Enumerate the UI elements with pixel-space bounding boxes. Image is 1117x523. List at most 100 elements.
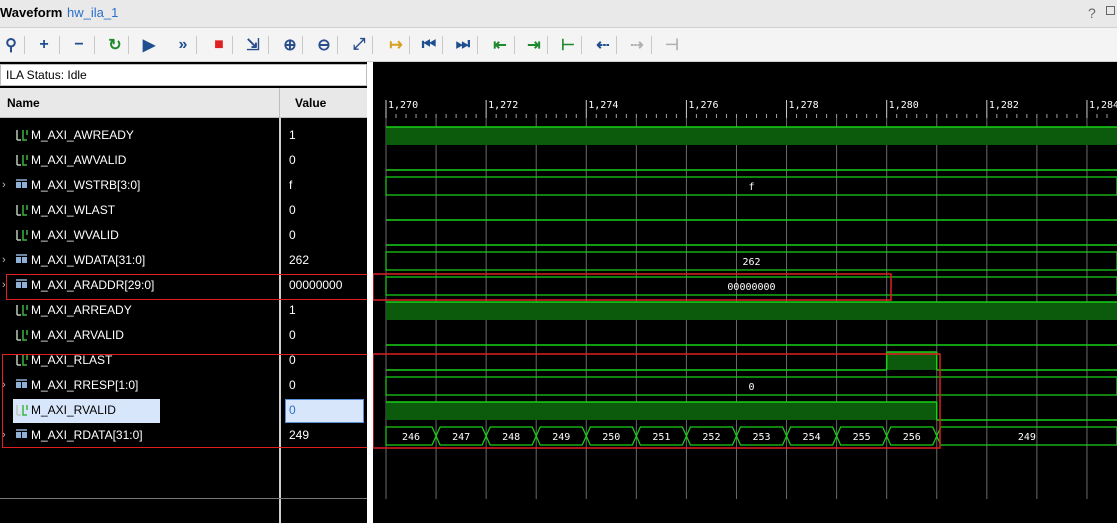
name-column-header[interactable]: Name	[7, 96, 40, 110]
signal-value: 0	[289, 328, 296, 342]
toolbar-separator	[128, 36, 129, 54]
search-icon[interactable]: ⚲	[0, 34, 22, 56]
value-selection-highlight	[285, 399, 364, 423]
signal-row[interactable]: M_AXI_WVALID 0	[0, 223, 367, 248]
signal-value: 0	[289, 378, 296, 392]
list-bottom-divider	[0, 498, 367, 499]
bit-high-fill	[386, 127, 1117, 145]
signal-row[interactable]: M_AXI_WLAST 0	[0, 198, 367, 223]
restore-window-icon[interactable]	[1106, 6, 1115, 15]
signal-value: 0	[289, 153, 296, 167]
run-icon[interactable]: ▶	[138, 34, 160, 56]
prev-transition-icon[interactable]: ⇤	[489, 34, 511, 56]
bus-signal-icon	[16, 254, 27, 263]
bus-value-label: 251	[652, 432, 670, 443]
zoom-in-icon[interactable]: ⊕	[279, 34, 301, 56]
stop-icon[interactable]: ■	[208, 34, 230, 56]
signal-row[interactable]: › M_AXI_RRESP[1:0] 0	[0, 373, 367, 398]
signal-row[interactable]: › M_AXI_WDATA[31:0] 262	[0, 248, 367, 273]
toolbar-separator	[514, 36, 515, 54]
signal-value: 1	[289, 303, 296, 317]
bit-signal-icon	[16, 330, 28, 341]
toolbar-separator	[337, 36, 338, 54]
signal-name: M_AXI_AWREADY	[31, 128, 134, 142]
swap-cursors-icon[interactable]: ⊣	[661, 34, 683, 56]
signal-name: M_AXI_ARADDR[29:0]	[31, 278, 155, 292]
next-transition-icon[interactable]: ⇥	[523, 34, 545, 56]
signal-row[interactable]: M_AXI_RVALID 0	[0, 398, 367, 423]
bus-value-label: 254	[803, 432, 821, 443]
signal-name: M_AXI_WVALID	[31, 228, 119, 242]
toolbar-separator	[409, 36, 410, 54]
export-icon[interactable]: ⇲	[242, 34, 264, 56]
timeline-tick-label: 1,270	[388, 100, 418, 111]
expand-chevron-icon[interactable]: ›	[2, 379, 6, 391]
signal-row[interactable]: › M_AXI_RDATA[31:0] 249	[0, 423, 367, 448]
timeline-tick-label: 1,272	[488, 100, 518, 111]
add-icon[interactable]: +	[33, 34, 55, 56]
toolbar-separator	[59, 36, 60, 54]
prev-marker-icon[interactable]: ⇠	[592, 34, 614, 56]
toolbar-separator	[196, 36, 197, 54]
timeline-tick-label: 1,284	[1089, 100, 1117, 111]
bus-value-label: 253	[752, 432, 770, 443]
value-column-header[interactable]: Value	[295, 96, 326, 110]
signal-name: M_AXI_WLAST	[31, 203, 116, 217]
signal-row[interactable]: M_AXI_RLAST 0	[0, 348, 367, 373]
toolbar-separator	[651, 36, 652, 54]
bus-value-label: 247	[452, 432, 470, 443]
waveform-canvas[interactable]: 1,270 1,272 1,274 1,276 1,278 1,280 1,282 1,284…	[373, 62, 1117, 523]
run-immediate-icon[interactable]: »	[172, 34, 194, 56]
next-marker-icon[interactable]: ⇢	[626, 34, 648, 56]
signal-name: M_AXI_WSTRB[3:0]	[31, 178, 141, 192]
expand-chevron-icon[interactable]: ›	[2, 179, 6, 191]
expand-chevron-icon[interactable]: ›	[2, 279, 6, 291]
expand-chevron-icon[interactable]: ›	[2, 429, 6, 441]
signal-value: 0	[289, 203, 296, 217]
signal-row[interactable]: › M_AXI_ARADDR[29:0] 00000000	[0, 273, 367, 298]
goto-cursor-icon[interactable]: ↦	[385, 34, 407, 56]
signal-value: 1	[289, 128, 296, 142]
add-marker-icon[interactable]: ⊢	[557, 34, 579, 56]
toolbar-separator	[442, 36, 443, 54]
zoom-fit-icon[interactable]: ⤢	[348, 34, 370, 56]
timeline-tick-label: 1,276	[688, 100, 718, 111]
signal-value: 262	[289, 253, 310, 267]
window-title-bar: Waveform hw_ila_1 ?	[0, 0, 1117, 28]
window-subtitle[interactable]: hw_ila_1	[67, 5, 118, 20]
waveform-plot[interactable]: 1,270 1,272 1,274 1,276 1,278 1,280 1,282 1,284…	[373, 62, 1117, 523]
toolbar-separator	[232, 36, 233, 54]
signal-value: 249	[289, 428, 310, 442]
signal-row[interactable]: M_AXI_AWVALID 0	[0, 148, 367, 173]
remove-icon[interactable]: −	[68, 34, 90, 56]
toolbar-separator	[268, 36, 269, 54]
run-trigger-icon[interactable]: ↻	[104, 34, 126, 56]
bus-value-label: 250	[602, 432, 620, 443]
header-divider[interactable]	[279, 88, 280, 118]
bus-value-label: 00000000	[727, 282, 775, 293]
signal-row[interactable]: M_AXI_ARREADY 1	[0, 298, 367, 323]
signal-row[interactable]: M_AXI_ARVALID 0	[0, 323, 367, 348]
signal-name: M_AXI_AWVALID	[31, 153, 127, 167]
goto-end-icon[interactable]: ⏭	[452, 34, 474, 56]
help-button[interactable]: ?	[1088, 5, 1096, 21]
expand-chevron-icon[interactable]: ›	[2, 254, 6, 266]
goto-start-icon[interactable]: ⏮	[418, 34, 440, 56]
toolbar-separator	[24, 36, 25, 54]
signal-value: f	[289, 178, 293, 192]
signal-row[interactable]: › M_AXI_WSTRB[3:0] f	[0, 173, 367, 198]
toolbar-separator	[94, 36, 95, 54]
toolbar-separator	[581, 36, 582, 54]
bit-signal-icon	[16, 305, 28, 316]
bit-signal-icon	[16, 405, 28, 416]
araddr-highlight-box	[373, 273, 892, 301]
zoom-out-icon[interactable]: ⊖	[313, 34, 335, 56]
signal-value: 00000000	[289, 278, 343, 292]
signal-value: 0	[289, 403, 296, 417]
signal-name: M_AXI_ARVALID	[31, 328, 124, 342]
bit-signal-icon	[16, 205, 28, 216]
signal-name: M_AXI_RVALID	[31, 403, 116, 417]
ila-status: ILA Status: Idle	[0, 64, 367, 86]
signal-row[interactable]: M_AXI_AWREADY 1	[0, 123, 367, 148]
bus-value-label: 0	[748, 382, 754, 393]
